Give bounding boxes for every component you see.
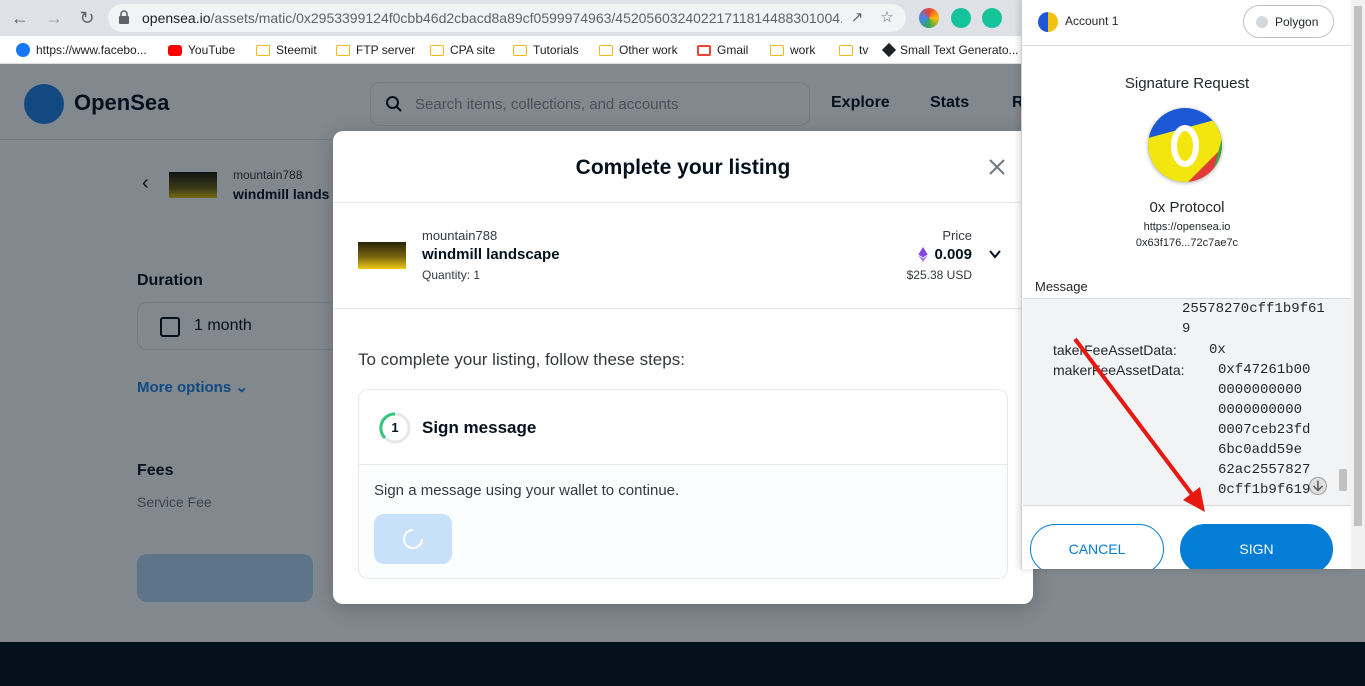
folder-icon [599, 44, 613, 56]
star-icon[interactable]: ☆ [878, 9, 896, 27]
account-avatar-icon [1038, 12, 1058, 32]
bookmark-small-text-generator[interactable]: Small Text Generato... [881, 41, 1019, 59]
extension-heart-icon[interactable] [919, 8, 939, 28]
metamask-header: Account 1 Polygon [1022, 0, 1351, 46]
modal-title: Complete your listing [575, 156, 791, 179]
chevron-down-icon[interactable] [988, 247, 1002, 261]
close-icon[interactable] [987, 157, 1007, 177]
item-image [358, 242, 406, 269]
item-quantity: Quantity: 1 [422, 268, 481, 282]
message-box[interactable]: 25578270cff1b9f61 9 takerFeeAssetData: 0… [1023, 298, 1351, 506]
request-origin: https://opensea.io [1143, 221, 1231, 233]
cancel-button[interactable]: CANCEL [1030, 524, 1164, 569]
step-header: 1 Sign message [359, 390, 1007, 465]
share-icon[interactable]: ↗ [848, 9, 866, 27]
bookmark-youtube[interactable]: YouTube [168, 41, 235, 59]
bookmark-steemit[interactable]: Steemit [256, 41, 317, 59]
facebook-icon [16, 43, 30, 57]
address-bar[interactable]: opensea.io/assets/matic/0x2953399124f0cb… [108, 4, 906, 32]
message-label: Message [1035, 279, 1088, 294]
account-name: Account 1 [1065, 14, 1119, 28]
step-title: Sign message [422, 418, 537, 437]
network-name: Polygon [1275, 15, 1319, 29]
message-key-taker: takerFeeAssetData: [1053, 342, 1177, 358]
message-value-maker: 0cff1b9f619 [1218, 482, 1311, 498]
signature-request-title: Signature Request [1124, 75, 1250, 92]
youtube-icon [168, 44, 182, 56]
message-value-maker: 0000000000 [1218, 402, 1303, 418]
sign-loading-button[interactable] [374, 514, 452, 564]
message-value-taker: 0x [1209, 342, 1226, 358]
generator-icon [881, 42, 897, 58]
price-label: Price [942, 228, 972, 243]
extension-g-icon[interactable] [982, 8, 1002, 28]
message-value-maker: 0000000000 [1218, 382, 1303, 398]
protocol-name: 0x Protocol [1149, 199, 1225, 216]
contract-address: 0x63f176...72c7ae7c [1135, 237, 1239, 249]
lock-icon [119, 10, 129, 24]
bookmark-work[interactable]: work [770, 41, 815, 59]
divider [333, 202, 1033, 203]
folder-icon [336, 44, 350, 56]
metamask-popup: Account 1 Polygon Signature Request 0x P… [1021, 0, 1351, 569]
scroll-down-arrow-icon[interactable] [1309, 477, 1327, 495]
bookmark-cpa-site[interactable]: CPA site [430, 41, 495, 59]
bookmark-other-work[interactable]: Other work [599, 41, 678, 59]
bookmark-tv[interactable]: tv [839, 41, 868, 59]
network-selector[interactable]: Polygon [1243, 5, 1334, 38]
step-description: Sign a message using your wallet to cont… [374, 482, 680, 499]
window-scrollbar[interactable] [1351, 0, 1365, 569]
back-arrow-icon[interactable]: ← [8, 6, 32, 30]
message-line: 9 [1182, 321, 1191, 337]
price-usd: $25.38 USD [906, 268, 972, 282]
message-value-maker: 0007ceb23fd [1218, 422, 1311, 438]
gmail-icon [697, 44, 711, 56]
folder-icon [513, 44, 527, 56]
complete-listing-modal: Complete your listing mountain788 windmi… [333, 131, 1033, 604]
ethereum-icon [918, 247, 929, 262]
folder-icon [770, 44, 784, 56]
price-value: 0.009 [918, 246, 972, 263]
0x-protocol-logo-icon [1148, 108, 1222, 182]
page-footer [0, 642, 1365, 686]
message-line: 25578270cff1b9f61 [1182, 301, 1325, 317]
step-body: Sign a message using your wallet to cont… [359, 465, 1007, 578]
folder-icon [256, 44, 270, 56]
bookmark-facebook[interactable]: https://www.facebo... [16, 41, 147, 59]
step-card-sign-message: 1 Sign message Sign a message using your… [358, 389, 1008, 579]
url-text: opensea.io/assets/matic/0x2953399124f0cb… [142, 10, 842, 26]
item-owner: mountain788 [422, 228, 498, 243]
sign-button[interactable]: SIGN [1180, 524, 1333, 569]
steps-intro: To complete your listing, follow these s… [358, 350, 685, 369]
item-name: windmill landscape [422, 246, 560, 263]
bookmark-gmail[interactable]: Gmail [697, 41, 748, 59]
reload-icon[interactable]: ↻ [75, 6, 99, 30]
window-scrollbar-thumb[interactable] [1354, 6, 1362, 526]
message-key-maker: makerFeeAssetData: [1053, 362, 1185, 378]
loading-spinner-icon [403, 529, 423, 549]
divider [333, 308, 1033, 309]
step-number: 1 [391, 420, 399, 435]
folder-icon [430, 44, 444, 56]
extension-grammarly-icon[interactable] [951, 8, 971, 28]
folder-icon [839, 44, 853, 56]
message-scrollbar-thumb[interactable] [1339, 469, 1347, 491]
network-dot-icon [1256, 16, 1268, 28]
message-value-maker: 0xf47261b00 [1218, 362, 1311, 378]
bookmark-tutorials[interactable]: Tutorials [513, 41, 579, 59]
bookmark-ftp-server[interactable]: FTP server [336, 41, 415, 59]
forward-arrow-icon[interactable]: → [42, 6, 66, 30]
message-value-maker: 62ac2557827 [1218, 462, 1311, 478]
message-value-maker: 6bc0add59e [1218, 442, 1303, 458]
